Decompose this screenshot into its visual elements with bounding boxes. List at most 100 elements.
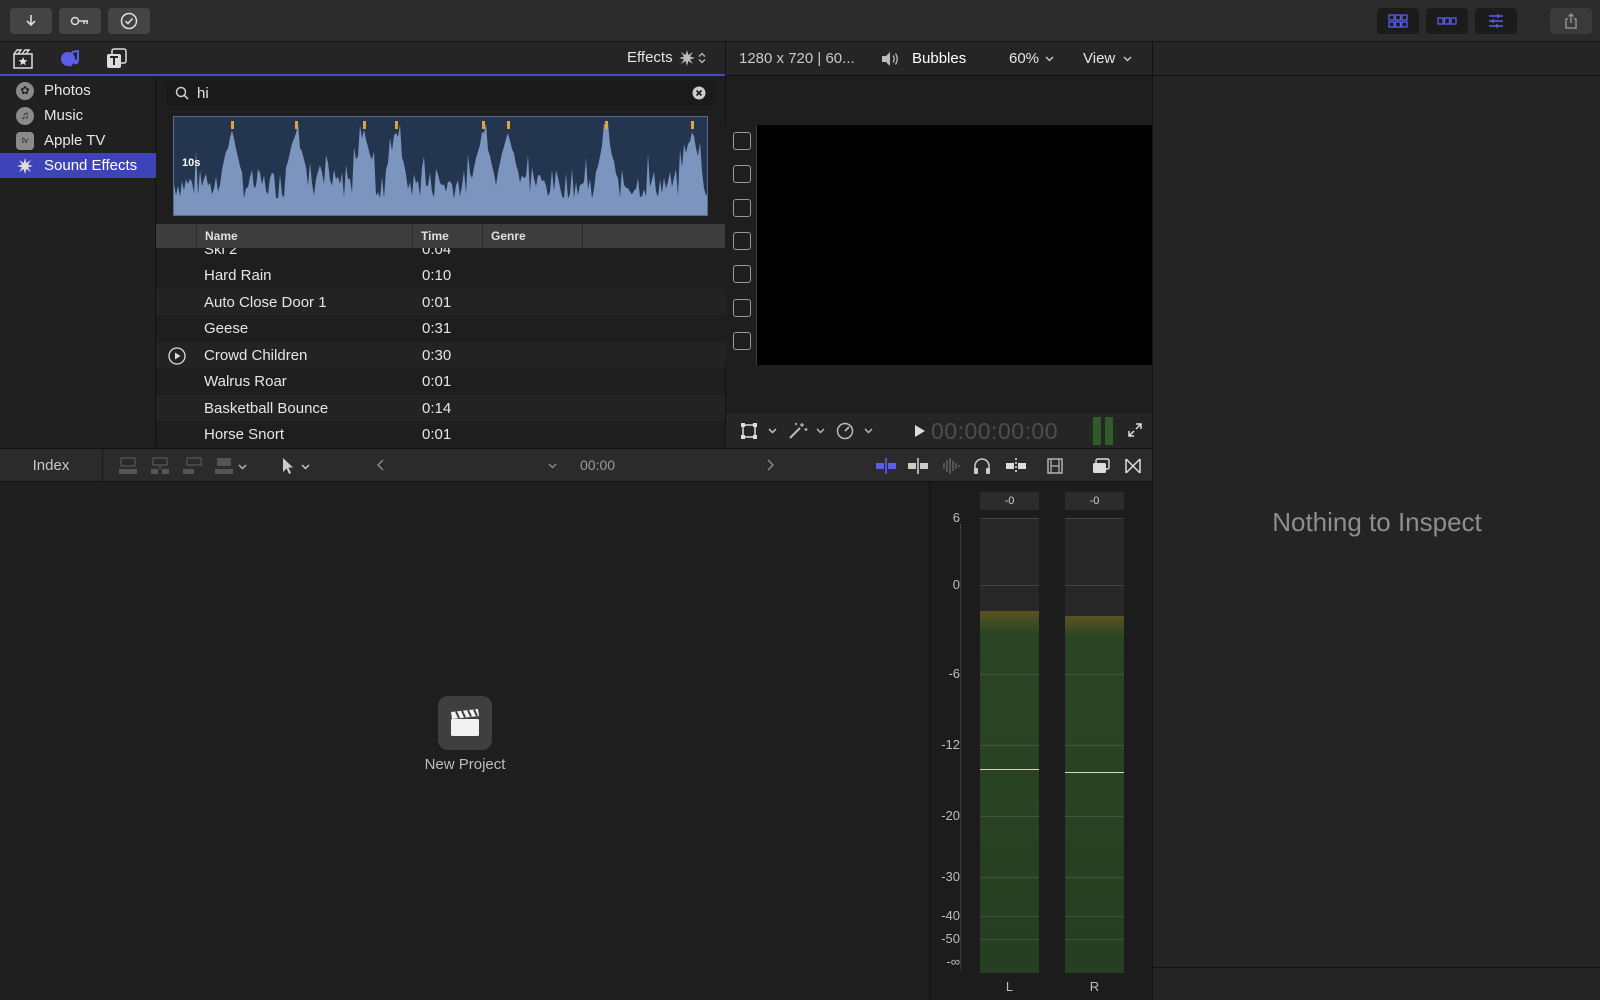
- mini-audio-meter: [1093, 417, 1101, 445]
- search-input[interactable]: hi: [197, 85, 209, 102]
- checkbox[interactable]: [733, 265, 751, 283]
- show-timeline-button[interactable]: [1426, 8, 1468, 34]
- category-label: Effects: [627, 49, 673, 66]
- fullscreen-icon[interactable]: [1127, 422, 1143, 438]
- skimming-icon[interactable]: [875, 457, 897, 475]
- clip-appearance-icon[interactable]: [1047, 457, 1063, 475]
- clapperboard-icon: [449, 708, 481, 738]
- list-item[interactable]: Crowd Children 0:30: [156, 341, 725, 368]
- chevron-down-icon[interactable]: [768, 428, 777, 434]
- search-field[interactable]: hi: [166, 80, 716, 106]
- keyword-editor-button[interactable]: [59, 8, 101, 34]
- transitions-icon[interactable]: [1124, 457, 1142, 475]
- view-popup[interactable]: View: [1083, 50, 1132, 67]
- new-project-button[interactable]: [438, 696, 492, 750]
- index-button[interactable]: Index: [0, 449, 103, 482]
- list-item[interactable]: Ski 2 0:04: [156, 248, 725, 263]
- search-icon: [175, 86, 189, 100]
- peak-readout-right[interactable]: -0: [1065, 492, 1124, 510]
- libraries-icon: [13, 49, 33, 69]
- chevron-down-icon: [1045, 56, 1054, 62]
- browser-layout-icon: [1388, 14, 1408, 28]
- timeline-area: New Project: [0, 482, 929, 1000]
- column-header-genre[interactable]: Genre: [482, 224, 582, 248]
- peak-readout-left[interactable]: -0: [980, 492, 1039, 510]
- chevron-down-icon[interactable]: [238, 464, 247, 470]
- timeline-index-icon[interactable]: [1092, 457, 1110, 475]
- waveform-shape: [174, 123, 707, 215]
- zoom-popup[interactable]: 60%: [1009, 50, 1054, 67]
- checkbox[interactable]: [733, 232, 751, 250]
- chevron-down-icon[interactable]: [301, 464, 310, 470]
- list-item[interactable]: Walrus Roar 0:01: [156, 368, 725, 395]
- overwrite-clip-icon[interactable]: [214, 457, 234, 475]
- checkbox[interactable]: [733, 132, 751, 150]
- waveform-graphic: [174, 121, 707, 215]
- viewer-header: 1280 x 720 | 60... Bubbles 60% View: [725, 42, 1152, 76]
- play-icon[interactable]: [168, 346, 186, 365]
- main-toolbar: [0, 0, 1600, 42]
- checkbox[interactable]: [733, 299, 751, 317]
- meter-scale-label: -∞: [946, 954, 960, 969]
- sound-effects-icon: [16, 157, 34, 175]
- list-item[interactable]: Basketball Bounce 0:14: [156, 394, 725, 421]
- headphones-icon[interactable]: [973, 457, 991, 475]
- viewer-canvas[interactable]: [757, 125, 1152, 365]
- checkbox[interactable]: [733, 165, 751, 183]
- inspector-header: [1153, 42, 1600, 76]
- meter-scale-label: -40: [941, 908, 960, 923]
- category-popup[interactable]: Effects: [627, 49, 706, 66]
- checkbox[interactable]: [733, 199, 751, 217]
- back-arrow-icon[interactable]: [376, 458, 386, 472]
- list-item[interactable]: Geese 0:31: [156, 315, 725, 342]
- meter-scale-label: -20: [941, 808, 960, 823]
- viewer-timecode[interactable]: 00:00:00:00: [931, 418, 1058, 445]
- sidebar-item-photos[interactable]: ✿ Photos: [0, 78, 156, 103]
- checkbox[interactable]: [733, 332, 751, 350]
- meter-channel-right: R: [1089, 979, 1100, 994]
- append-clip-icon[interactable]: [182, 457, 202, 475]
- column-header-name[interactable]: Name: [196, 224, 412, 248]
- enhance-wand-icon[interactable]: [788, 422, 808, 440]
- libraries-tab[interactable]: [13, 49, 33, 69]
- forward-arrow-icon[interactable]: [765, 458, 775, 472]
- transform-icon[interactable]: [740, 422, 758, 440]
- sidebar-item-appletv[interactable]: tv Apple TV: [0, 128, 156, 153]
- titles-generators-tab[interactable]: [106, 48, 128, 70]
- snapping-icon[interactable]: [1005, 457, 1027, 475]
- key-icon: [70, 15, 90, 27]
- background-tasks-button[interactable]: [108, 8, 150, 34]
- share-button[interactable]: [1550, 8, 1592, 34]
- sidebar-item-music[interactable]: ♫ Music: [0, 103, 156, 128]
- connect-clip-icon[interactable]: [118, 457, 138, 475]
- waveform-toggle-icon[interactable]: [939, 457, 961, 475]
- photos-audio-tab[interactable]: [59, 49, 81, 69]
- titles-generators-icon: [106, 48, 128, 70]
- waveform-clip-peak: [363, 121, 366, 129]
- waveform-clip-peak: [507, 121, 510, 129]
- play-button[interactable]: [914, 424, 926, 438]
- import-media-button[interactable]: [10, 8, 52, 34]
- chevron-down-icon[interactable]: [816, 428, 825, 434]
- sidebar-item-sound-effects[interactable]: Sound Effects: [0, 153, 156, 178]
- format-info: 1280 x 720 | 60...: [739, 50, 855, 67]
- retime-speed-icon[interactable]: [836, 422, 854, 440]
- chevron-down-icon[interactable]: [864, 428, 873, 434]
- waveform-clip-peak: [395, 121, 398, 129]
- chevron-down-icon[interactable]: [548, 463, 557, 469]
- audio-skimming-icon[interactable]: [907, 457, 929, 475]
- updown-chevron-icon: [698, 52, 706, 64]
- audio-waveform-preview[interactable]: 10s: [173, 116, 708, 216]
- list-item[interactable]: Auto Close Door 1 0:01: [156, 288, 725, 315]
- show-inspector-button[interactable]: [1475, 8, 1517, 34]
- show-browser-button[interactable]: [1377, 8, 1419, 34]
- clear-search-icon[interactable]: [692, 86, 706, 100]
- list-item[interactable]: Hard Rain 0:10: [156, 262, 725, 289]
- speaker-icon[interactable]: [881, 51, 899, 67]
- insert-clip-icon[interactable]: [150, 457, 170, 475]
- column-header-time[interactable]: Time: [412, 224, 482, 248]
- timeline-layout-icon: [1437, 16, 1457, 26]
- clip-name: Bubbles: [912, 50, 967, 67]
- list-item[interactable]: Horse Snort 0:01: [156, 421, 725, 447]
- select-tool-icon[interactable]: [281, 457, 295, 475]
